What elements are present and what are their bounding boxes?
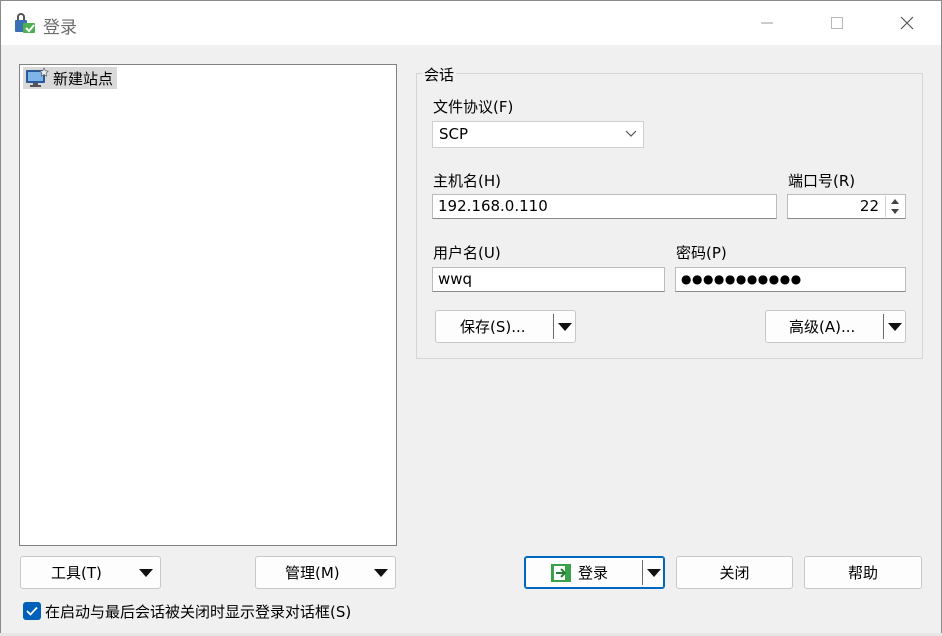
port-value: 22: [859, 197, 879, 215]
user-value: wwq: [438, 270, 473, 288]
dropdown-arrow-icon[interactable]: [888, 323, 902, 331]
triangle-up-icon: [891, 198, 899, 204]
minimize-button[interactable]: [732, 1, 802, 45]
protocol-select[interactable]: SCP: [432, 121, 644, 148]
dropdown-arrow-icon: [139, 569, 153, 577]
dropdown-arrow-icon: [374, 569, 388, 577]
manage-button-label: 管理(M): [285, 564, 340, 582]
triangle-down-icon: [891, 208, 899, 214]
site-tree[interactable]: 新建站点: [19, 64, 397, 546]
password-label: 密码(P): [676, 244, 727, 262]
close-button-label: 关闭: [719, 564, 750, 582]
login-button-label: 登录: [578, 564, 609, 582]
login-dialog: 登录 新建站点 会话 文件协议(F) SCP 主机名(H) 192.168.0.…: [0, 0, 942, 636]
split-divider: [883, 314, 884, 339]
maximize-icon: [831, 17, 843, 29]
session-group-title: 会话: [422, 64, 457, 85]
checkmark-icon: [26, 606, 38, 616]
split-divider: [642, 560, 643, 585]
tools-button[interactable]: 工具(T): [20, 556, 161, 589]
spin-down-button[interactable]: [886, 206, 904, 216]
computer-star-icon: [26, 67, 49, 87]
save-button-label: 保存(S)...: [460, 318, 526, 336]
login-icon: [551, 563, 571, 582]
minimize-icon: [761, 22, 773, 24]
port-spinner[interactable]: [885, 196, 904, 217]
advanced-button[interactable]: 高级(A)...: [765, 310, 906, 343]
password-input[interactable]: ●●●●●●●●●●●: [675, 267, 906, 292]
protocol-value: SCP: [439, 125, 469, 143]
app-lock-icon: [15, 13, 35, 33]
login-button[interactable]: 登录: [524, 556, 665, 589]
port-input[interactable]: 22: [787, 194, 906, 219]
close-window-button[interactable]: [872, 1, 941, 45]
tree-item-new-site[interactable]: 新建站点: [23, 67, 118, 89]
user-label: 用户名(U): [433, 244, 501, 262]
dropdown-arrow-icon[interactable]: [558, 323, 572, 331]
password-value: ●●●●●●●●●●●: [681, 272, 802, 286]
startup-checkbox[interactable]: [23, 602, 41, 620]
maximize-button[interactable]: [802, 1, 872, 45]
host-value: 192.168.0.110: [438, 197, 548, 215]
help-button[interactable]: 帮助: [804, 556, 922, 589]
manage-button[interactable]: 管理(M): [255, 556, 396, 589]
advanced-button-label: 高级(A)...: [789, 318, 856, 336]
tree-item-label: 新建站点: [53, 69, 114, 88]
dropdown-arrow-icon[interactable]: [647, 569, 661, 577]
tools-button-label: 工具(T): [51, 564, 102, 582]
spin-up-button[interactable]: [886, 196, 904, 206]
window-title: 登录: [43, 18, 77, 38]
title-bar[interactable]: 登录: [1, 1, 941, 45]
save-button[interactable]: 保存(S)...: [435, 310, 576, 343]
chevron-down-icon: [625, 130, 637, 137]
port-label: 端口号(R): [788, 172, 856, 190]
startup-checkbox-label[interactable]: 在启动与最后会话被关闭时显示登录对话框(S): [45, 601, 351, 622]
help-button-label: 帮助: [847, 564, 878, 582]
split-divider: [553, 314, 554, 339]
protocol-label: 文件协议(F): [433, 98, 514, 116]
host-label: 主机名(H): [433, 172, 501, 190]
close-button[interactable]: 关闭: [676, 556, 793, 589]
host-input[interactable]: 192.168.0.110: [432, 194, 777, 219]
close-icon: [900, 16, 914, 30]
user-input[interactable]: wwq: [432, 267, 665, 292]
